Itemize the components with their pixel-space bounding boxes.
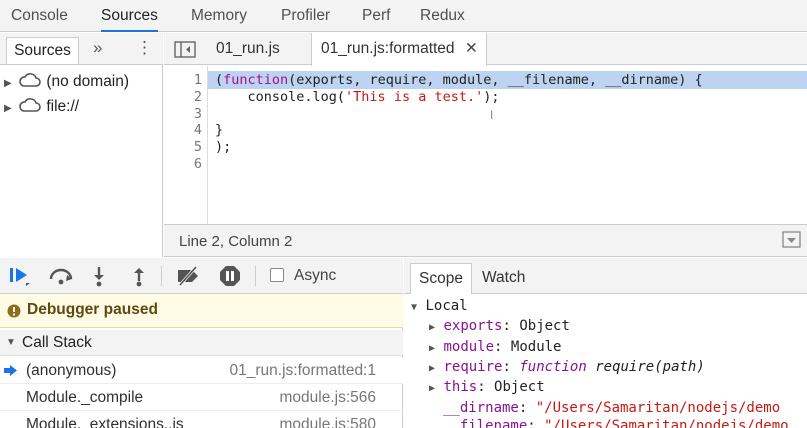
step-into-icon[interactable] (90, 265, 108, 287)
frame-location[interactable]: 01_run.js:formatted:1 (230, 362, 376, 380)
async-label: Async (294, 267, 337, 284)
navigator-pane (0, 33, 163, 257)
scope-local-label: Local (425, 298, 468, 314)
toolbar-divider (161, 266, 162, 286)
expand-arrow-icon[interactable]: ▶ (429, 322, 435, 333)
deactivate-breakpoints-icon[interactable] (176, 266, 202, 286)
close-icon[interactable]: ✕ (465, 40, 478, 57)
code-line-5[interactable]: ); (215, 139, 231, 155)
expand-arrow-icon[interactable]: ▶ (429, 383, 435, 394)
expand-arrow-icon[interactable]: ▶ (4, 78, 12, 89)
prop-value: Module (510, 339, 562, 355)
scope-prop[interactable]: ▶ exports: Object (429, 318, 570, 334)
tab-watch[interactable]: Watch (476, 263, 531, 294)
toolbar-divider (255, 266, 256, 286)
call-stack-title: Call Stack (22, 334, 92, 351)
tab-console[interactable]: Console (11, 0, 68, 32)
tab-profiler[interactable]: Profiler (281, 0, 330, 32)
tab-memory[interactable]: Memory (191, 0, 247, 32)
prop-name: require (443, 359, 503, 375)
expand-arrow-icon[interactable]: ▶ (429, 363, 435, 374)
frame-name: Module._extensions..js (26, 416, 184, 428)
code-keyword: function (223, 72, 289, 88)
text-cursor-icon: I (490, 108, 494, 122)
editor-tab-label: 01_run.js:formatted (321, 40, 455, 57)
code-text: (exports, require, module, __filename, _… (288, 72, 703, 88)
prop-value: "/Users/Samaritan/nodejs/demo (544, 418, 789, 428)
prop-name: module (443, 339, 495, 355)
navigator-tab-sources[interactable]: Sources (6, 37, 79, 64)
scope-prop[interactable]: __filename: "/Users/Samaritan/nodejs/dem… (443, 418, 789, 428)
code-line-4[interactable]: } (215, 122, 223, 138)
prop-name: __filename (443, 418, 528, 428)
scope-local[interactable]: ▼ Local (411, 298, 468, 314)
scope-prop[interactable]: ▶ module: Module (429, 339, 561, 355)
scope-prop[interactable]: ▶ this: Object (429, 379, 545, 395)
cloud-icon (19, 73, 41, 87)
prop-name: exports (443, 318, 503, 334)
prop-keyword: function (519, 359, 587, 375)
tree-item-label: (no domain) (46, 73, 130, 90)
current-frame-arrow-icon (4, 365, 17, 376)
tab-scope[interactable]: Scope (410, 263, 472, 294)
line-number: 1 (193, 72, 202, 88)
toggle-navigator-icon[interactable] (174, 41, 196, 58)
expand-arrow-icon[interactable]: ▶ (429, 343, 435, 354)
tree-item-label: file:// (46, 98, 80, 115)
prop-name: this (443, 379, 478, 395)
prop-value: "/Users/Samaritan/nodejs/demo (535, 400, 781, 416)
prop-value: require(path) (595, 359, 705, 375)
call-frame[interactable]: (anonymous) 01_run.js:formatted:1 (0, 358, 403, 384)
frame-name: (anonymous) (26, 362, 117, 379)
line-number: 4 (193, 122, 202, 138)
pause-on-exceptions-icon[interactable] (219, 265, 241, 287)
line-number: 5 (193, 139, 202, 155)
tab-redux[interactable]: Redux (420, 0, 465, 32)
tree-item-file[interactable]: ▶ file:// (4, 97, 79, 116)
code-string: 'This is a test.' (345, 89, 484, 105)
call-frame[interactable]: Module._compile module.js:566 (0, 385, 403, 411)
info-icon (7, 304, 21, 318)
expand-arrow-icon[interactable]: ▶ (4, 103, 12, 114)
line-number: 3 (193, 106, 202, 122)
call-frame[interactable]: Module._extensions..js module.js:580 (0, 412, 403, 428)
cursor-position: Line 2, Column 2 (179, 233, 293, 250)
tree-item-no-domain[interactable]: ▶ (no domain) (4, 72, 129, 91)
tab-perf[interactable]: Perf (362, 0, 390, 32)
scope-prop[interactable]: ▶ require: function require(path) (429, 359, 705, 375)
code-line-1[interactable]: (function(exports, require, module, __fi… (215, 72, 703, 88)
code-line-2[interactable]: console.log('This is a test.'); (215, 89, 500, 105)
navigator-menu-icon[interactable]: ⋮ (136, 38, 153, 58)
code-text: ); (483, 89, 500, 105)
code-text: ( (215, 72, 224, 88)
resume-icon[interactable] (9, 266, 31, 286)
debugger-paused-label: Debugger paused (27, 301, 158, 318)
collapse-arrow-icon[interactable]: ▼ (411, 302, 417, 313)
code-text: console.log( (215, 89, 346, 105)
collapse-arrow-icon[interactable]: ▼ (6, 337, 16, 348)
line-number: 6 (193, 156, 202, 172)
frame-name: Module._compile (26, 389, 144, 406)
prop-name: __dirname (443, 400, 519, 416)
editor-tab-01-run-formatted[interactable]: 01_run.js:formatted ✕ (311, 33, 487, 66)
cloud-icon (19, 98, 41, 112)
frame-location[interactable]: module.js:566 (279, 389, 376, 407)
step-out-icon[interactable] (130, 265, 148, 287)
line-number: 2 (193, 89, 202, 105)
prop-value: Object (494, 379, 545, 395)
more-tabs-icon[interactable]: » (93, 38, 102, 58)
step-over-icon[interactable] (48, 266, 74, 286)
toggle-drawer-icon[interactable] (782, 231, 801, 248)
async-checkbox[interactable] (270, 268, 284, 282)
scope-prop[interactable]: __dirname: "/Users/Samaritan/nodejs/demo (443, 400, 780, 416)
editor-tab-01-run[interactable]: 01_run.js (206, 33, 290, 65)
frame-location[interactable]: module.js:580 (279, 416, 376, 428)
tab-sources[interactable]: Sources (101, 0, 158, 32)
prop-value: Object (519, 318, 570, 334)
